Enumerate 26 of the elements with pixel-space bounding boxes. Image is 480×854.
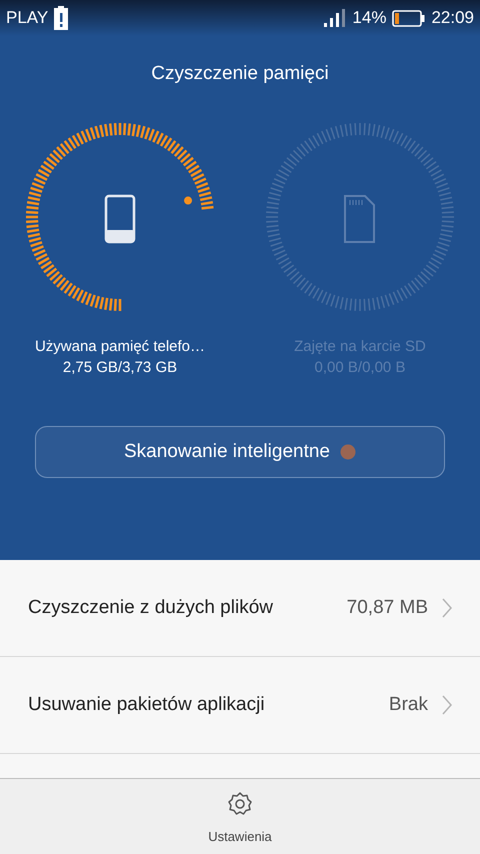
item-value: Brak (388, 694, 428, 716)
item-label: Czyszczenie z dużych plików (28, 597, 273, 619)
item-label: Usuwanie pakietów aplikacji (28, 694, 265, 716)
settings-label: Ustawienia (208, 828, 272, 844)
battery-alert-icon (54, 6, 68, 30)
list-item[interactable]: Czyszczenie z dużych plików 70,87 MB (0, 560, 480, 657)
gauge-dot (184, 196, 192, 205)
settings-icon[interactable] (227, 790, 253, 816)
sd-card-icon (344, 195, 375, 243)
screen-title: Czyszczenie pamięci (150, 63, 330, 85)
chevron-right-icon (442, 695, 452, 715)
storage-label: Używana pamięć telefo… (34, 338, 206, 355)
smart-scan-button[interactable]: Skanowanie inteligentne (35, 426, 445, 478)
storage-value: 2,75 GB/3,73 GB (62, 359, 178, 376)
emoji-icon (340, 444, 356, 460)
list-item[interactable]: Usuwanie pakietów aplikacji Brak (0, 657, 480, 754)
chevron-right-icon (442, 598, 452, 618)
battery-icon (392, 10, 426, 26)
storage-label: Zajęte na karcie SD (294, 338, 426, 355)
battery-percent: 14% (352, 8, 386, 28)
storage-value: 0,00 B/0,00 B (314, 359, 406, 376)
phone-icon (104, 194, 136, 244)
item-value: 70,87 MB (346, 597, 428, 619)
carrier-name: PLAY (6, 8, 48, 28)
signal-icon (324, 9, 346, 27)
clock: 22:09 (431, 8, 474, 28)
